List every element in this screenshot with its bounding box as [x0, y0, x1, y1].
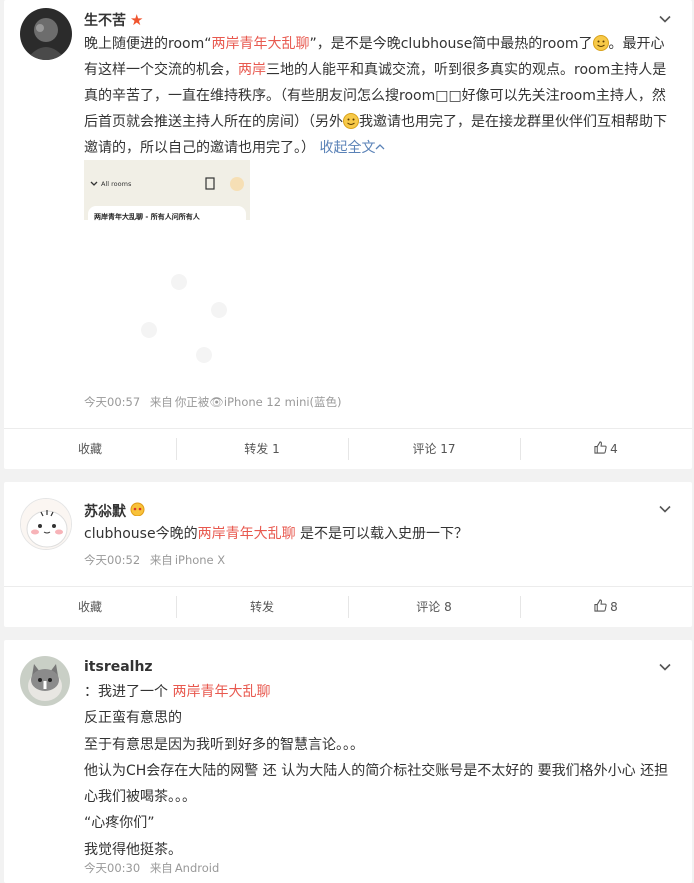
like-count[interactable]: 8 [610, 600, 618, 614]
avatar[interactable] [20, 656, 70, 706]
username-text[interactable]: 苏尛默 [84, 501, 126, 521]
username[interactable]: 生不苦 ★ [84, 10, 143, 30]
emoji-icon [592, 34, 609, 51]
username-text[interactable]: itsrealhz [84, 659, 153, 675]
comment-label[interactable]: 评论 17 [412, 440, 455, 457]
source-prefix: 来自 [149, 553, 173, 567]
text-line: 反正蛮有意思的 [84, 710, 182, 727]
timestamp[interactable]: 今天00:30 [84, 861, 140, 875]
collapse-link[interactable]: 收起全文 [319, 140, 385, 156]
chevron-down-icon[interactable] [658, 660, 672, 674]
favorite-button[interactable]: 收藏 [4, 429, 176, 468]
username[interactable]: itsrealhz [84, 659, 153, 675]
chevron-down-icon[interactable] [658, 502, 672, 516]
post-card: 生不苦 ★ 晚上随便进的room“两岸青年大乱聊”，是不是今晚clubhouse… [4, 0, 692, 469]
thumbs-up-icon [594, 598, 607, 615]
comment-label[interactable]: 评论 8 [416, 598, 451, 615]
text-segment: ：我进了一个 [84, 684, 173, 700]
post-card: 苏尛默 clubhouse今晚的两岸青年大乱聊 是不是可以载入史册一下？ 今天0… [4, 482, 692, 627]
text-segment: clubhouse今晚的 [84, 526, 198, 542]
source-prefix: 来自 [149, 861, 173, 875]
favorite-label[interactable]: 收藏 [78, 598, 102, 615]
post-text: ：我进了一个 两岸青年大乱聊 反正蛮有意思的 至于有意思是因为我听到好多的智慧言… [84, 679, 674, 863]
timestamp[interactable]: 今天00:57 [84, 395, 140, 409]
avatar[interactable] [20, 498, 72, 550]
avatar[interactable] [20, 8, 72, 60]
text-line: ：我进了一个 两岸青年大乱聊 [84, 679, 674, 705]
like-button[interactable]: 8 [520, 587, 692, 626]
thumb-room-title: 两岸青年大乱聊 - 所有人问所有人 [94, 213, 200, 221]
text-segment: 晚上随便进的room“ [84, 36, 212, 52]
text-line: “心疼你们” [84, 815, 155, 832]
comment-button[interactable]: 评论 17 [348, 429, 520, 468]
source-device: Android [174, 861, 220, 875]
post-image[interactable]: All rooms 两岸青年大乱聊 - 所有人问所有人 [84, 160, 250, 380]
post-text: clubhouse今晚的两岸青年大乱聊 是不是可以载入史册一下？ [84, 521, 674, 547]
thumbs-up-icon [594, 440, 607, 457]
collapse-label[interactable]: 收起全文 [319, 140, 375, 156]
chevron-down-icon[interactable] [658, 12, 672, 26]
source-device: 你正被👁iPhone 12 mini(蓝色) [174, 395, 342, 409]
emoji-icon [343, 112, 359, 129]
text-line: 他认为CH会存在大陆的网警 还 认为大陆人的简介标社交账号是不太好的 要我们格外… [84, 762, 669, 806]
repost-button[interactable]: 转发 1 [176, 429, 348, 468]
username[interactable]: 苏尛默 [84, 501, 145, 521]
repost-label[interactable]: 转发 1 [244, 440, 279, 457]
thumb-header: All rooms [101, 180, 132, 188]
post-meta: 今天00:30 来自 Android [84, 860, 225, 876]
favorite-button[interactable]: 收藏 [4, 587, 176, 626]
source-prefix: 来自 [149, 395, 173, 409]
text-segment: 是不是可以载入史册一下？ [295, 526, 469, 542]
topic-link[interactable]: 两岸 [238, 62, 266, 78]
topic-link[interactable]: 两岸青年大乱聊 [172, 684, 270, 700]
repost-label[interactable]: 转发 [250, 598, 274, 615]
repost-button[interactable]: 转发 [176, 587, 348, 626]
text-line: 至于有意思是因为我听到好多的智慧言论。。。 [84, 736, 364, 753]
action-bar: 收藏 转发 1 评论 17 4 [4, 428, 692, 468]
star-badge-icon: ★ [130, 10, 144, 29]
favorite-label[interactable]: 收藏 [78, 440, 102, 457]
crown-badge-icon [130, 502, 145, 520]
timestamp[interactable]: 今天00:52 [84, 553, 140, 567]
source-device: iPhone X [174, 553, 226, 567]
username-text[interactable]: 生不苦 [84, 10, 126, 30]
text-segment: ”，是不是今晚clubhouse简中最热的room了 [309, 36, 593, 52]
comment-button[interactable]: 评论 8 [348, 587, 520, 626]
like-button[interactable]: 4 [520, 429, 692, 468]
post-meta: 今天00:52 来自 iPhone X [84, 552, 231, 568]
topic-link[interactable]: 两岸青年大乱聊 [198, 526, 296, 542]
chevron-up-icon [375, 140, 385, 156]
action-bar: 收藏 转发 评论 8 8 [4, 586, 692, 626]
post-text: 晚上随便进的room“两岸青年大乱聊”，是不是今晚clubhouse简中最热的r… [84, 31, 674, 161]
like-count[interactable]: 4 [610, 442, 618, 456]
post-meta: 今天00:57 来自 你正被👁iPhone 12 mini(蓝色) [84, 394, 348, 410]
topic-link[interactable]: 两岸青年大乱聊 [211, 36, 309, 52]
post-card: itsrealhz ：我进了一个 两岸青年大乱聊 反正蛮有意思的 至于有意思是因… [4, 640, 692, 883]
